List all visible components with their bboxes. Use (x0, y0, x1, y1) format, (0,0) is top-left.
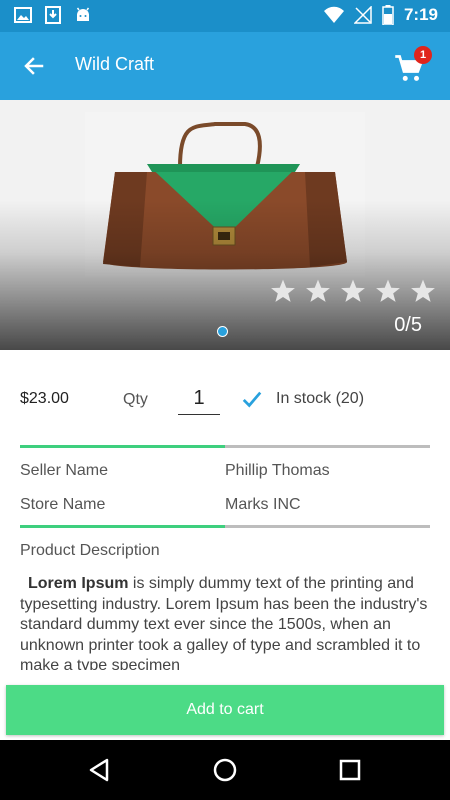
system-nav-bar (0, 740, 450, 800)
qty-label: Qty (123, 391, 148, 408)
nav-back-icon[interactable] (85, 755, 115, 785)
gallery-icon (14, 7, 32, 23)
check-icon (242, 391, 262, 408)
status-time: 7:19 (403, 5, 438, 24)
divider-accent (20, 525, 225, 528)
battery-icon (382, 5, 394, 25)
description-text: Lorem Ipsum is simply dummy text of the … (20, 574, 432, 670)
star-icon[interactable] (305, 278, 331, 304)
no-signal-icon (353, 6, 372, 24)
description-lead: Lorem Ipsum (28, 575, 129, 592)
download-icon (45, 6, 61, 24)
seller-name-value: Phillip Thomas (225, 462, 330, 479)
star-icon[interactable] (340, 278, 366, 304)
star-icon[interactable] (375, 278, 401, 304)
store-name-label: Store Name (20, 496, 106, 513)
product-price: $23.00 (20, 390, 69, 407)
android-icon (76, 7, 90, 21)
quantity-input[interactable] (178, 383, 220, 415)
seller-name-label: Seller Name (20, 462, 109, 479)
star-icon[interactable] (410, 278, 436, 304)
store-name-value: Marks INC (225, 496, 301, 513)
divider (20, 525, 430, 528)
status-bar: 7:19 (0, 0, 450, 32)
divider-accent (20, 445, 225, 448)
star-icon[interactable] (270, 278, 296, 304)
wifi-icon (323, 6, 344, 23)
cart-badge: 1 (414, 46, 432, 64)
product-image-carousel[interactable]: 0/5 (0, 100, 450, 350)
rating-count: 0/5 (394, 314, 422, 336)
app-toolbar: Wild Craft 1 (0, 32, 450, 100)
nav-recents-icon[interactable] (335, 755, 365, 785)
nav-home-icon[interactable] (210, 755, 240, 785)
stock-status: In stock (20) (276, 390, 365, 407)
carousel-indicator (217, 326, 228, 337)
toolbar-title: Wild Craft (75, 54, 155, 74)
cart-button[interactable]: 1 (392, 46, 432, 86)
description-heading: Product Description (20, 542, 160, 559)
rating-stars[interactable] (270, 278, 436, 304)
divider (20, 445, 430, 448)
back-button[interactable] (14, 46, 54, 86)
add-to-cart-button[interactable]: Add to cart (6, 685, 444, 735)
arrow-back-icon (24, 57, 44, 75)
